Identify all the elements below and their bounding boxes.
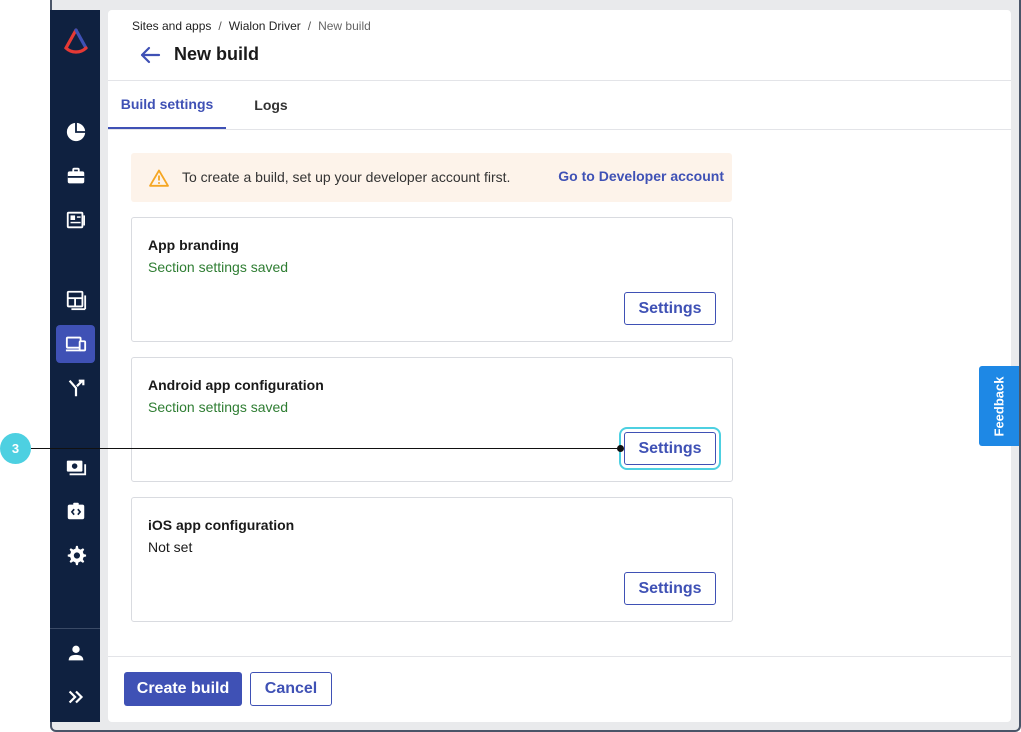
create-build-button[interactable]: Create build xyxy=(124,672,242,706)
callout-line xyxy=(31,448,621,449)
tab-build-settings[interactable]: Build settings xyxy=(108,81,226,129)
warning-icon xyxy=(149,169,169,187)
warning-banner: To create a build, set up your developer… xyxy=(131,153,732,202)
code-icon[interactable] xyxy=(56,492,95,530)
feedback-label: Feedback xyxy=(991,376,1007,436)
card-ios-config: iOS app configuration Not set Settings xyxy=(131,497,733,622)
tabs: Build settings Logs xyxy=(108,81,1011,130)
card-status: Section settings saved xyxy=(148,399,289,415)
gear-icon[interactable] xyxy=(56,536,95,574)
breadcrumb-separator: / xyxy=(307,19,312,33)
cancel-button[interactable]: Cancel xyxy=(250,672,332,706)
layout-icon[interactable] xyxy=(56,281,95,319)
footer-divider xyxy=(108,656,1011,657)
tab-logs[interactable]: Logs xyxy=(248,81,294,129)
card-app-branding: App branding Section settings saved Sett… xyxy=(131,217,733,342)
feedback-button[interactable]: Feedback xyxy=(979,366,1019,446)
devices-icon[interactable] xyxy=(56,325,95,363)
card-title: App branding xyxy=(148,237,239,253)
main-panel: Sites and apps / Wialon Driver / New bui… xyxy=(108,10,1011,722)
card-title: Android app configuration xyxy=(148,377,324,393)
sidebar xyxy=(50,10,100,722)
card-status: Not set xyxy=(148,539,193,555)
pie-chart-icon[interactable] xyxy=(56,113,95,151)
warning-text: To create a build, set up your developer… xyxy=(182,169,511,185)
ios-settings-button[interactable]: Settings xyxy=(624,572,716,605)
android-settings-button[interactable]: Settings xyxy=(619,427,721,470)
briefcase-icon[interactable] xyxy=(56,157,95,195)
back-arrow-icon[interactable] xyxy=(139,45,161,65)
breadcrumb: Sites and apps / Wialon Driver / New bui… xyxy=(132,19,371,33)
callout-number: 3 xyxy=(0,433,31,464)
sidebar-divider xyxy=(50,628,100,629)
money-icon[interactable] xyxy=(56,448,95,486)
developer-account-link[interactable]: Go to Developer account xyxy=(558,168,724,184)
breadcrumb-sites-and-apps[interactable]: Sites and apps xyxy=(132,19,211,33)
logo-icon[interactable] xyxy=(62,27,90,55)
card-title: iOS app configuration xyxy=(148,517,295,533)
callout-dot xyxy=(617,445,624,452)
card-status: Section settings saved xyxy=(148,259,289,275)
user-icon[interactable] xyxy=(56,634,95,672)
breadcrumb-wialon-driver[interactable]: Wialon Driver xyxy=(229,19,301,33)
breadcrumb-new-build: New build xyxy=(318,19,371,33)
app-branding-settings-button[interactable]: Settings xyxy=(624,292,716,325)
news-icon[interactable] xyxy=(56,201,95,239)
expand-icon[interactable] xyxy=(56,678,95,716)
card-android-config: Android app configuration Section settin… xyxy=(131,357,733,482)
merge-icon[interactable] xyxy=(56,369,95,407)
page-title: New build xyxy=(174,44,259,64)
breadcrumb-separator: / xyxy=(218,19,222,33)
